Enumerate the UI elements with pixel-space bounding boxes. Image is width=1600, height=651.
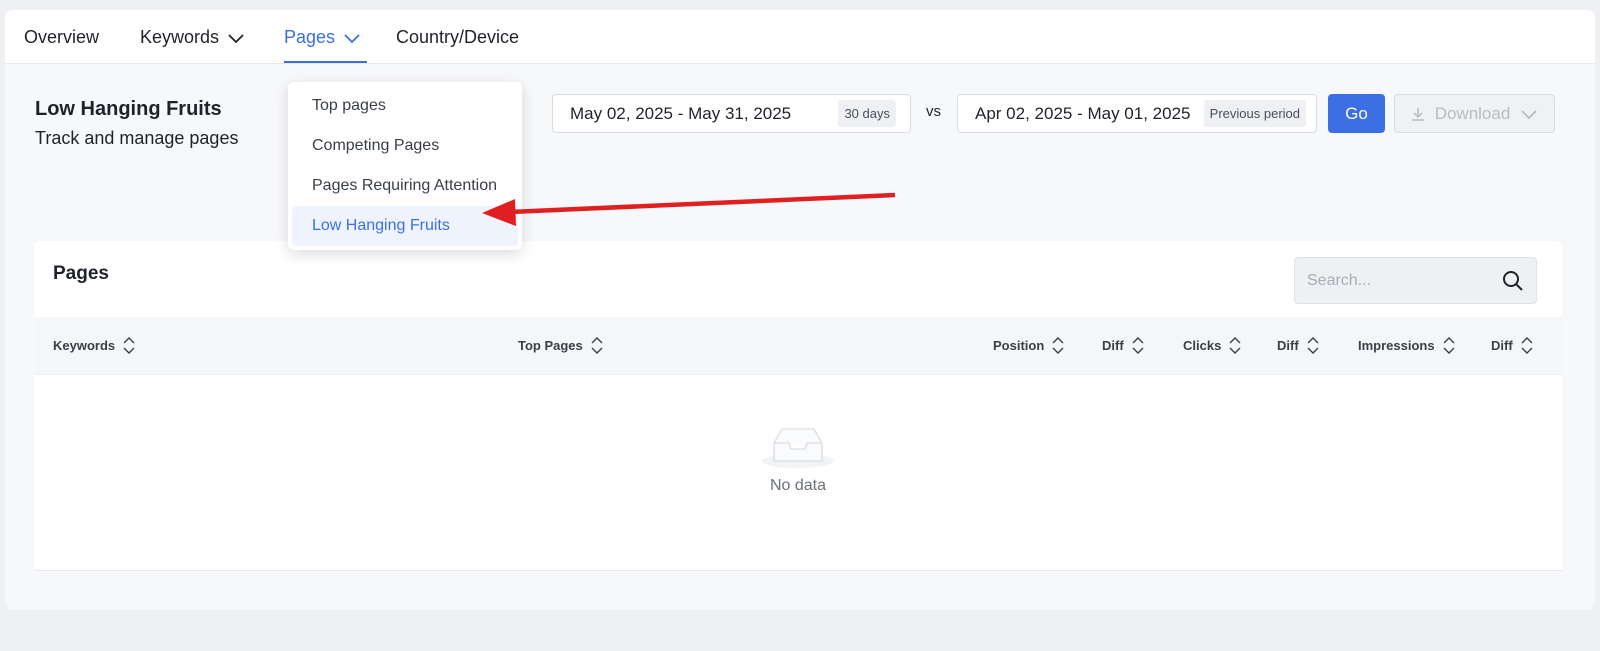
red-arrow-annotation [482, 192, 896, 226]
